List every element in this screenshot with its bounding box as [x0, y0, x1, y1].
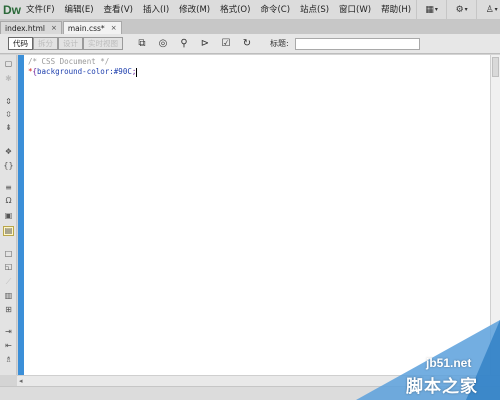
- validate-icon[interactable]: ☑: [217, 36, 235, 52]
- code-line-1: /* CSS Document */: [28, 57, 486, 67]
- live-view-button[interactable]: 实时视图: [83, 37, 123, 50]
- menu-file[interactable]: 文件(F): [21, 0, 60, 20]
- design-view-button[interactable]: 设计: [58, 37, 83, 50]
- text-cursor: [136, 67, 138, 77]
- code-view-button[interactable]: 代码: [8, 37, 33, 50]
- title-label: 标题:: [270, 39, 289, 48]
- user-icon: ♙: [485, 4, 494, 15]
- menu-right-group: ▦ ▾ ⚙ ▾ ♙ ▾: [416, 0, 500, 20]
- split-view-button[interactable]: 拆分: [33, 37, 58, 50]
- scrollbar-thumb[interactable]: [492, 57, 499, 77]
- document-toolbar: 代码 拆分 设计 实时视图 ⧉ ◎ ⚲ ⊳ ☑ ↻ 标题:: [0, 34, 500, 54]
- vertical-scrollbar[interactable]: [490, 55, 500, 375]
- word-wrap-icon[interactable]: ▤: [3, 226, 14, 236]
- move-css-icon[interactable]: ⊞: [3, 305, 14, 315]
- menu-site[interactable]: 站点(S): [295, 0, 334, 20]
- indent-code-icon[interactable]: ⇥: [3, 327, 14, 337]
- tab-index-html[interactable]: index.html ×: [0, 21, 62, 34]
- menu-commands[interactable]: 命令(C): [255, 0, 295, 20]
- menu-edit[interactable]: 编辑(E): [60, 0, 99, 20]
- layout-grid-icon: ▦: [425, 4, 434, 15]
- close-icon[interactable]: ×: [51, 22, 57, 35]
- document-tab-bar: index.html × main.css* ×: [0, 20, 500, 34]
- site-menu-button[interactable]: ♙ ▾: [476, 0, 500, 20]
- css-comment: /* CSS Document */: [28, 57, 110, 66]
- expand-all-icon[interactable]: ⇟: [3, 123, 14, 133]
- dropdown-arrow-icon: ▾: [494, 6, 498, 13]
- css-declaration: background-color:#90C: [37, 67, 132, 76]
- browser-preview-icon[interactable]: ◎: [154, 36, 172, 52]
- menu-window[interactable]: 窗口(W): [334, 0, 376, 20]
- collapse-selection-icon[interactable]: ⇳: [3, 110, 14, 120]
- debug-icon[interactable]: ⚲: [175, 36, 193, 52]
- highlight-invalid-code-icon[interactable]: Ω: [3, 196, 14, 206]
- menu-insert[interactable]: 插入(I): [138, 0, 174, 20]
- dreamweaver-window: Dw 文件(F) 编辑(E) 查看(V) 插入(I) 修改(M) 格式(O) 命…: [0, 0, 500, 400]
- collapse-tag-icon[interactable]: ⇕: [3, 97, 14, 107]
- scroll-left-icon[interactable]: ◂: [19, 377, 23, 385]
- code-line-2: *{background-color:#90C;: [28, 67, 486, 77]
- close-icon[interactable]: ×: [111, 22, 117, 35]
- line-numbers-icon[interactable]: ≡: [3, 183, 14, 193]
- wrap-tag-icon[interactable]: ⟋: [3, 277, 14, 287]
- watermark-url: jb51.net: [426, 356, 472, 370]
- apply-comment-icon[interactable]: □: [3, 249, 14, 259]
- title-input[interactable]: [294, 37, 420, 50]
- gear-icon: ⚙: [455, 4, 464, 15]
- coding-toolbar: ▢ ✱ ⇕ ⇳ ⇟ ❖ {} ≡ Ω ▣ ▤ □ ◱ ⟋ ▥ ⊞ ⇥ ⇤ ♗: [0, 55, 17, 375]
- layout-menu-button[interactable]: ▦ ▾: [416, 0, 446, 20]
- tab-label: index.html: [5, 23, 45, 33]
- refresh-icon[interactable]: ↻: [238, 36, 256, 52]
- format-source-code-icon[interactable]: ♗: [3, 355, 14, 365]
- menu-bar: Dw 文件(F) 编辑(E) 查看(V) 插入(I) 修改(M) 格式(O) 命…: [0, 0, 500, 20]
- menu-format[interactable]: 格式(O): [215, 0, 255, 20]
- balance-braces-icon[interactable]: {}: [3, 161, 14, 171]
- syntax-error-alerts-icon[interactable]: ▣: [3, 211, 14, 221]
- show-code-navigator-icon[interactable]: ✱: [3, 74, 14, 84]
- multiscreen-icon[interactable]: ⧉: [133, 36, 151, 52]
- dropdown-arrow-icon: ▾: [434, 6, 438, 13]
- code-editor[interactable]: /* CSS Document */ *{background-color:#9…: [24, 55, 490, 375]
- menu-help[interactable]: 帮助(H): [376, 0, 416, 20]
- select-parent-tag-icon[interactable]: ❖: [3, 147, 14, 157]
- tab-main-css[interactable]: main.css* ×: [62, 21, 122, 35]
- app-logo: Dw: [3, 2, 21, 17]
- visual-aids-icon[interactable]: ⊳: [196, 36, 214, 52]
- open-documents-icon[interactable]: ▢: [3, 59, 14, 69]
- menu-modify[interactable]: 修改(M): [174, 0, 215, 20]
- remove-comment-icon[interactable]: ◱: [3, 262, 14, 272]
- watermark-brand: 脚本之家: [406, 377, 478, 397]
- recent-snippets-icon[interactable]: ▥: [3, 291, 14, 301]
- tab-label: main.css*: [67, 23, 105, 33]
- outdent-code-icon[interactable]: ⇤: [3, 341, 14, 351]
- dropdown-arrow-icon: ▾: [464, 6, 468, 13]
- extend-menu-button[interactable]: ⚙ ▾: [446, 0, 476, 20]
- menu-view[interactable]: 查看(V): [99, 0, 138, 20]
